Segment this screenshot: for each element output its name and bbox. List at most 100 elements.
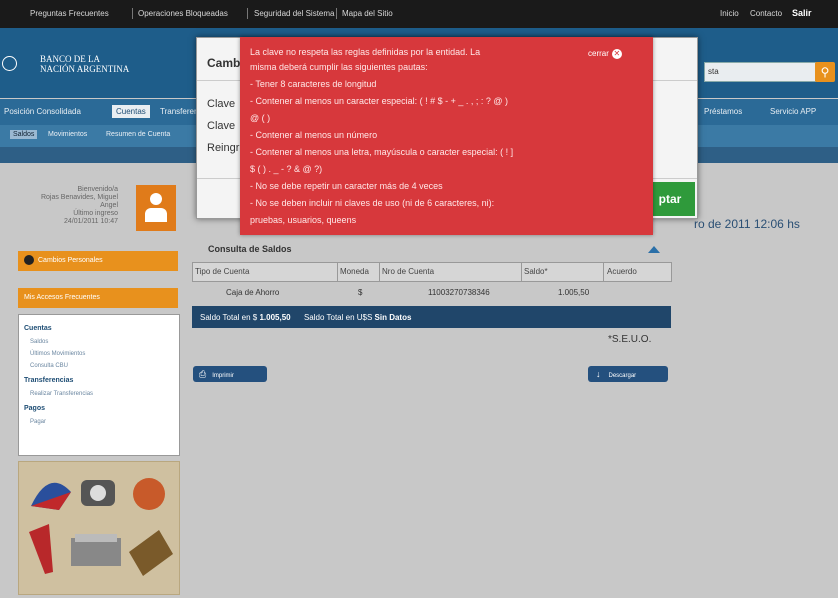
- download-label: Descargar: [608, 373, 637, 379]
- error-line: La clave no respeta las reglas definidas…: [250, 47, 481, 57]
- total-value: 1.005,50: [259, 313, 291, 322]
- search-button[interactable]: ⚲: [815, 62, 835, 82]
- blocked-ops-link[interactable]: Operaciones Bloqueadas: [138, 9, 228, 18]
- total-label: Saldo Total en $: [200, 313, 258, 322]
- top-separator: [247, 8, 248, 19]
- balance-query-title: Consulta de Saldos: [208, 244, 292, 254]
- search-input[interactable]: sta: [704, 62, 816, 82]
- person-icon: [24, 255, 34, 266]
- menu-head-transferencias: Transferencias: [24, 377, 74, 384]
- col-acuerdo: Acuerdo: [607, 267, 637, 276]
- error-line: - Tener 8 caracteres de longitud: [250, 79, 377, 89]
- cell-moneda: $: [358, 288, 363, 297]
- home-link[interactable]: Inicio: [720, 9, 739, 18]
- new-password-label: Clave: [207, 120, 236, 132]
- col-separator: [521, 263, 522, 281]
- print-button[interactable]: ⎙ Imprimir: [193, 366, 267, 382]
- avatar: [136, 185, 176, 231]
- logo-line-1: BANCO DE LA: [40, 54, 100, 64]
- frequent-access-header[interactable]: Mis Accesos Frecuentes: [18, 288, 178, 308]
- security-link[interactable]: Seguridad del Sistema: [254, 9, 335, 18]
- error-line: - No se deben incluir ni claves de uso (…: [250, 198, 495, 208]
- user-greeting: Bienvenido/a Rojas Benavides, Miguel Ang…: [10, 186, 118, 226]
- seal-icon: [2, 56, 17, 71]
- col-separator: [379, 263, 380, 281]
- menu-item-cbu[interactable]: Consulta CBU: [30, 363, 68, 369]
- menu-head-pagos: Pagos: [24, 405, 46, 412]
- subnav-item-resumen[interactable]: Resumen de Cuenta: [106, 131, 170, 138]
- repeat-password-label: Reingr: [207, 142, 240, 154]
- col-separator: [337, 263, 338, 281]
- cell-saldo: 1.005,50: [558, 288, 590, 297]
- error-line: - No se debe repetir un caracter más de …: [250, 181, 443, 191]
- cell-nro: 11003270738346: [428, 288, 490, 297]
- printer-icon: ⎙: [199, 369, 207, 379]
- nav-item-servicio-app[interactable]: Servicio APP: [770, 107, 816, 116]
- user-icon-body: [145, 208, 167, 222]
- nav-item-cuentas[interactable]: Cuentas: [112, 105, 150, 118]
- col-moneda: Moneda: [340, 267, 369, 276]
- logout-link[interactable]: Salir: [792, 8, 812, 18]
- error-line: - Contener al menos una letra, mayúscula…: [250, 147, 514, 157]
- frequent-access-label: Mis Accesos Frecuentes: [24, 294, 100, 301]
- current-password-label: Clave: [207, 98, 236, 110]
- top-separator: [336, 8, 337, 19]
- col-nro: Nro de Cuenta: [382, 267, 435, 276]
- error-line: misma deberá cumplir las siguientes paut…: [250, 62, 428, 72]
- menu-item-pagar[interactable]: Pagar: [30, 419, 46, 425]
- promo-products-illustration: [29, 478, 173, 576]
- menu-head-cuentas: Cuentas: [24, 325, 52, 332]
- bank-logo[interactable]: BANCO DE LA NACIÓN ARGENTINA: [2, 54, 130, 74]
- password-rules-error: cerrar ✕ La clave no respeta las reglas d…: [240, 37, 653, 235]
- search-icon: ⚲: [820, 65, 830, 79]
- top-bar: Preguntas Frecuentes Operaciones Bloquea…: [0, 0, 838, 28]
- user-name: Rojas Benavides, Miguel: [40, 194, 118, 201]
- menu-item-realizar[interactable]: Realizar Transferencias: [30, 391, 93, 397]
- total-bar: Saldo Total en $ 1.005,50 Saldo Total en…: [192, 306, 671, 328]
- sitemap-link[interactable]: Mapa del Sitio: [342, 9, 393, 18]
- menu-item-saldos[interactable]: Saldos: [30, 339, 48, 345]
- col-saldo: Saldo*: [524, 267, 548, 276]
- print-label: Imprimir: [212, 373, 234, 379]
- table-header: Tipo de Cuenta Moneda Nro de Cuenta Sald…: [192, 262, 672, 282]
- cell-tipo: Caja de Ahorro: [226, 288, 280, 297]
- seuo-note: *S.E.U.O.: [608, 334, 652, 345]
- subnav-item-movimientos[interactable]: Movimientos: [48, 131, 87, 138]
- personal-data-button[interactable]: Cambios Personales: [18, 251, 178, 271]
- error-line: $ ( ) . _ - ? & @ ?): [250, 164, 323, 174]
- table-row[interactable]: Caja de Ahorro $ 11003270738346 1.005,50: [192, 284, 670, 302]
- error-line: - Contener al menos un caracter especial…: [250, 96, 508, 106]
- modal-title: Camb: [207, 56, 241, 70]
- logo-line-2: NACIÓN ARGENTINA: [40, 64, 130, 74]
- search-value: sta: [708, 67, 719, 76]
- col-tipo: Tipo de Cuenta: [195, 267, 250, 276]
- error-line: @ ( ): [250, 113, 271, 123]
- promo-banner[interactable]: [18, 461, 180, 595]
- subnav-item-saldos[interactable]: Saldos: [10, 130, 38, 139]
- last-login-value: 24/01/2011 10:47: [64, 218, 118, 225]
- nav-item-posicion[interactable]: Posición Consolidada: [4, 107, 81, 116]
- close-label: cerrar: [588, 49, 609, 58]
- error-line: - Contener al menos un número: [250, 130, 378, 140]
- last-login-label: Último ingreso: [73, 210, 118, 217]
- close-icon: ✕: [611, 49, 622, 59]
- total-usd-value: Sin Datos: [374, 313, 412, 322]
- top-separator: [132, 8, 133, 19]
- download-icon: ↓: [596, 369, 601, 379]
- close-button[interactable]: cerrar ✕: [588, 49, 622, 59]
- menu-item-movimientos[interactable]: Últimos Movimientos: [30, 351, 85, 357]
- col-separator: [603, 263, 604, 281]
- collapse-caret-icon[interactable]: [648, 246, 660, 253]
- total-usd-label: Saldo Total en U$S: [303, 313, 373, 322]
- faq-link[interactable]: Preguntas Frecuentes: [30, 9, 109, 18]
- error-line: pruebas, usuarios, queens: [250, 215, 357, 225]
- frequent-access-menu: Cuentas Saldos Últimos Movimientos Consu…: [18, 314, 180, 456]
- greeting-title: Bienvenido/a: [77, 186, 118, 193]
- user-icon: [150, 193, 162, 205]
- user-name-2: Angel: [100, 202, 118, 209]
- current-date: ro de 2011 12:06 hs: [694, 217, 800, 231]
- personal-data-label: Cambios Personales: [38, 257, 103, 264]
- nav-item-prestamos[interactable]: Préstamos: [704, 107, 742, 116]
- contact-link[interactable]: Contacto: [750, 9, 782, 18]
- download-button[interactable]: ↓ Descargar: [588, 366, 668, 382]
